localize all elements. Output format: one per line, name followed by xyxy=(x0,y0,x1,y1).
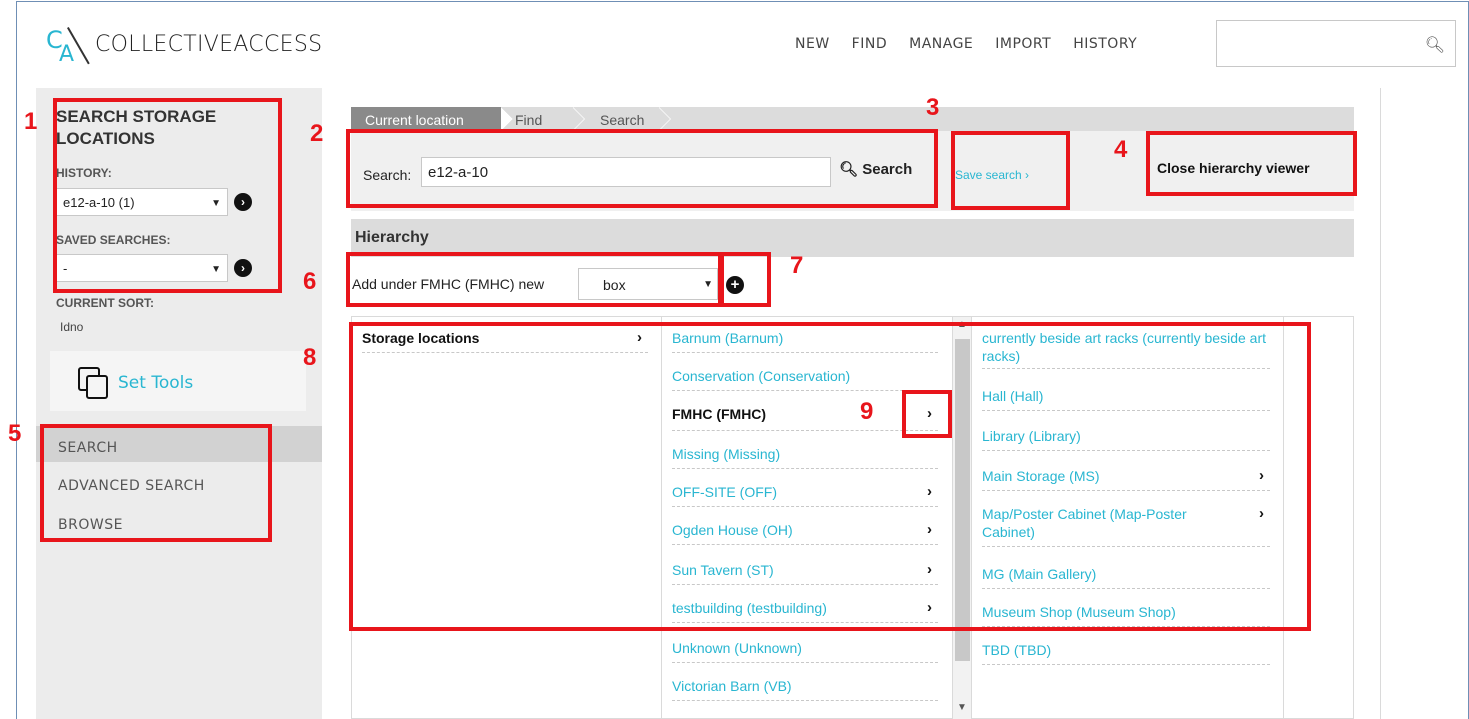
search-icon[interactable]: 🔍︎ xyxy=(1425,35,1445,55)
annotation-box-2 xyxy=(346,129,938,208)
logo-text: COLLECTIVEACCESS xyxy=(95,32,323,57)
breadcrumb: Current location Find Search xyxy=(351,107,1354,131)
top-navigation: NEW FIND MANAGE IMPORT HISTORY xyxy=(795,36,1159,52)
annotation-number-9: 9 xyxy=(860,398,874,425)
right-divider xyxy=(1380,88,1381,719)
breadcrumb-search[interactable]: Search xyxy=(586,107,666,131)
nav-history[interactable]: HISTORY xyxy=(1073,36,1137,52)
quick-search-input[interactable]: 🔍︎ xyxy=(1216,20,1456,67)
annotation-box-3 xyxy=(951,131,1070,210)
annotation-number-3: 3 xyxy=(926,94,940,121)
annotation-number-5: 5 xyxy=(8,420,22,447)
annotation-box-8 xyxy=(349,322,1311,631)
annotation-number-8: 8 xyxy=(303,344,317,371)
list-item[interactable]: TBD (TBD) xyxy=(982,641,1270,665)
annotation-box-4 xyxy=(1146,131,1357,196)
set-tools-button[interactable]: Set Tools xyxy=(50,351,306,411)
hierarchy-title: Hierarchy xyxy=(355,229,429,246)
annotation-number-7: 7 xyxy=(790,252,804,279)
hierarchy-item-label: Unknown (Unknown) xyxy=(672,640,802,656)
breadcrumb-current-location[interactable]: Current location xyxy=(351,107,513,131)
logo-a: A xyxy=(59,42,75,67)
annotation-box-5 xyxy=(40,424,272,542)
nav-find[interactable]: FIND xyxy=(852,36,887,52)
annotation-number-6: 6 xyxy=(303,268,317,295)
annotation-box-6 xyxy=(346,252,724,307)
current-sort-value: Idno xyxy=(60,320,84,334)
annotation-number-4: 4 xyxy=(1114,136,1128,163)
set-tools-label: Set Tools xyxy=(118,373,194,393)
annotation-number-1: 1 xyxy=(24,108,38,135)
list-item[interactable]: Unknown (Unknown) xyxy=(672,639,938,663)
list-item[interactable]: Victorian Barn (VB) xyxy=(672,677,938,701)
annotation-number-2: 2 xyxy=(310,120,324,147)
annotation-box-7 xyxy=(718,252,771,307)
sets-icon xyxy=(78,367,110,399)
scroll-down-icon[interactable]: ▼ xyxy=(957,702,967,713)
nav-import[interactable]: IMPORT xyxy=(995,36,1051,52)
annotation-box-9 xyxy=(902,390,952,438)
annotation-box-1 xyxy=(53,98,282,293)
hierarchy-item-label: TBD (TBD) xyxy=(982,642,1052,658)
nav-manage[interactable]: MANAGE xyxy=(909,36,973,52)
nav-new[interactable]: NEW xyxy=(795,36,830,52)
logo-mark-icon: C A xyxy=(45,20,90,70)
current-sort-label: CURRENT SORT: xyxy=(56,296,154,310)
hierarchy-item-label: Victorian Barn (VB) xyxy=(672,678,792,694)
breadcrumb-find[interactable]: Find xyxy=(501,107,571,131)
